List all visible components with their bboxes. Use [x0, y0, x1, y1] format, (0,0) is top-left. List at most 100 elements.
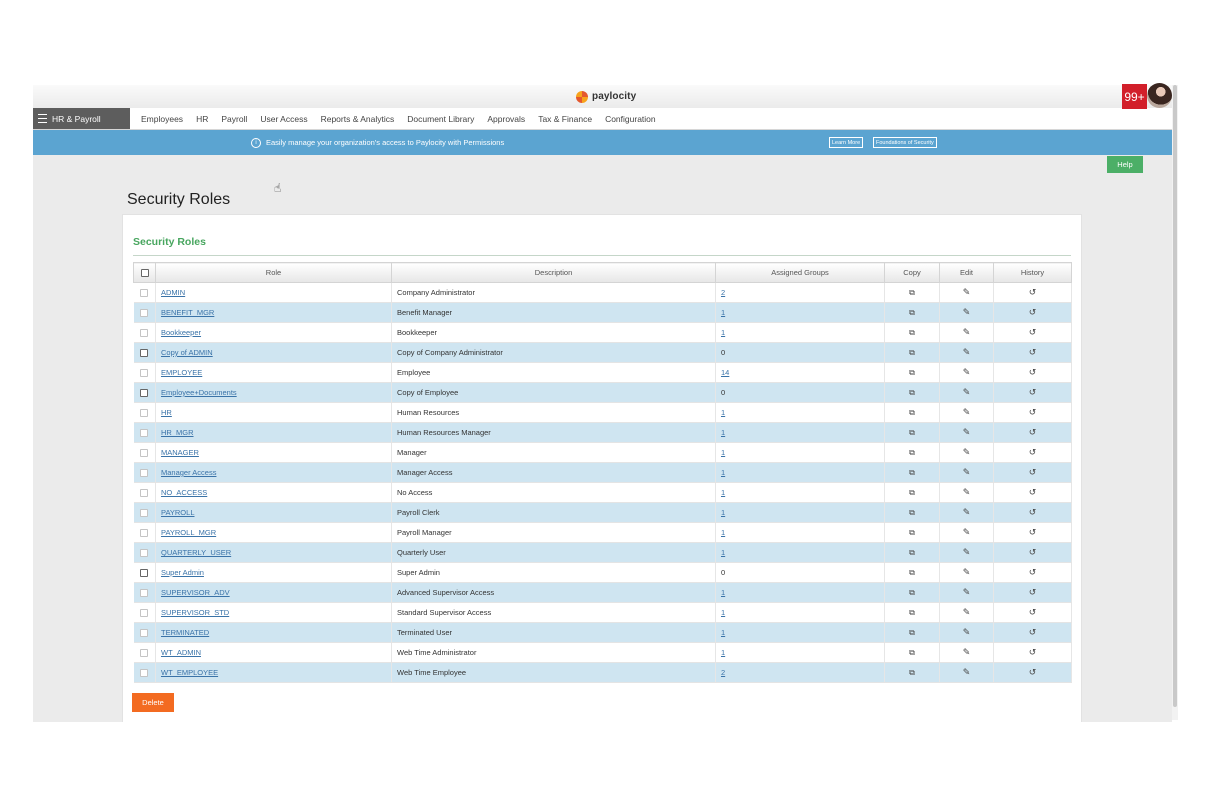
select-all-checkbox[interactable]	[140, 269, 149, 277]
role-link[interactable]: SUPERVISOR_STD	[161, 608, 229, 617]
nav-item-reports-analytics[interactable]: Reports & Analytics	[321, 114, 395, 124]
copy-icon[interactable]: ⧉	[909, 348, 915, 358]
nav-item-configuration[interactable]: Configuration	[605, 114, 656, 124]
copy-icon[interactable]: ⧉	[909, 548, 915, 558]
role-link[interactable]: Copy of ADMIN	[161, 348, 213, 357]
pencil-icon[interactable]: ✎	[963, 287, 971, 298]
row-checkbox[interactable]	[140, 489, 149, 497]
copy-icon[interactable]: ⧉	[909, 508, 915, 518]
role-link[interactable]: BENEFIT_MGR	[161, 308, 214, 317]
row-checkbox[interactable]	[140, 609, 149, 617]
pencil-icon[interactable]: ✎	[963, 347, 971, 358]
role-link[interactable]: TERMINATED	[161, 628, 209, 637]
nav-item-approvals[interactable]: Approvals	[487, 114, 525, 124]
history-icon[interactable]: ↺	[1029, 507, 1037, 518]
role-link[interactable]: Super Admin	[161, 568, 204, 577]
role-link[interactable]: ADMIN	[161, 288, 185, 297]
pencil-icon[interactable]: ✎	[963, 487, 971, 498]
assigned-groups-value[interactable]: 1	[721, 588, 725, 597]
row-checkbox[interactable]	[140, 389, 149, 397]
history-icon[interactable]: ↺	[1029, 387, 1037, 398]
pencil-icon[interactable]: ✎	[963, 367, 971, 378]
assigned-groups-value[interactable]: 1	[721, 408, 725, 417]
notification-badge[interactable]: 99+	[1122, 84, 1147, 109]
row-checkbox[interactable]	[140, 449, 149, 457]
pencil-icon[interactable]: ✎	[963, 587, 971, 598]
copy-icon[interactable]: ⧉	[909, 608, 915, 618]
row-checkbox[interactable]	[140, 669, 149, 677]
role-link[interactable]: Bookkeeper	[161, 328, 201, 337]
scrollbar-thumb[interactable]	[1173, 85, 1177, 707]
pencil-icon[interactable]: ✎	[963, 607, 971, 618]
delete-button[interactable]: Delete	[132, 693, 174, 712]
copy-icon[interactable]: ⧉	[909, 468, 915, 478]
copy-icon[interactable]: ⧉	[909, 288, 915, 298]
role-link[interactable]: EMPLOYEE	[161, 368, 202, 377]
assigned-groups-value[interactable]: 1	[721, 328, 725, 337]
row-checkbox[interactable]	[140, 629, 149, 637]
role-link[interactable]: NO_ACCESS	[161, 488, 207, 497]
paylocity-logo[interactable]: paylocity	[576, 89, 636, 104]
copy-icon[interactable]: ⧉	[909, 488, 915, 498]
column-header-assigned-groups[interactable]: Assigned Groups	[715, 262, 885, 283]
pencil-icon[interactable]: ✎	[963, 467, 971, 478]
role-link[interactable]: HR_MGR	[161, 428, 194, 437]
copy-icon[interactable]: ⧉	[909, 628, 915, 638]
role-link[interactable]: Manager Access	[161, 468, 216, 477]
nav-item-payroll[interactable]: Payroll	[221, 114, 247, 124]
history-icon[interactable]: ↺	[1029, 567, 1037, 578]
row-checkbox[interactable]	[140, 569, 149, 577]
assigned-groups-value[interactable]: 1	[721, 428, 725, 437]
pencil-icon[interactable]: ✎	[963, 407, 971, 418]
role-link[interactable]: QUARTERLY_USER	[161, 548, 231, 557]
role-link[interactable]: HR	[161, 408, 172, 417]
copy-icon[interactable]: ⧉	[909, 408, 915, 418]
assigned-groups-value[interactable]: 1	[721, 448, 725, 457]
assigned-groups-value[interactable]: 1	[721, 628, 725, 637]
history-icon[interactable]: ↺	[1029, 307, 1037, 318]
copy-icon[interactable]: ⧉	[909, 428, 915, 438]
copy-icon[interactable]: ⧉	[909, 588, 915, 598]
row-checkbox[interactable]	[140, 469, 149, 477]
history-icon[interactable]: ↺	[1029, 367, 1037, 378]
row-checkbox[interactable]	[140, 529, 149, 537]
avatar[interactable]	[1147, 83, 1172, 108]
pencil-icon[interactable]: ✎	[963, 307, 971, 318]
row-checkbox[interactable]	[140, 409, 149, 417]
copy-icon[interactable]: ⧉	[909, 308, 915, 318]
assigned-groups-value[interactable]: 14	[721, 368, 729, 377]
history-icon[interactable]: ↺	[1029, 607, 1037, 618]
history-icon[interactable]: ↺	[1029, 527, 1037, 538]
assigned-groups-value[interactable]: 1	[721, 648, 725, 657]
assigned-groups-value[interactable]: 1	[721, 508, 725, 517]
copy-icon[interactable]: ⧉	[909, 648, 915, 658]
row-checkbox[interactable]	[140, 289, 149, 297]
role-link[interactable]: PAYROLL	[161, 508, 195, 517]
assigned-groups-value[interactable]: 1	[721, 488, 725, 497]
row-checkbox[interactable]	[140, 509, 149, 517]
copy-icon[interactable]: ⧉	[909, 368, 915, 378]
help-button[interactable]: Help	[1107, 156, 1143, 173]
history-icon[interactable]: ↺	[1029, 447, 1037, 458]
copy-icon[interactable]: ⧉	[909, 668, 915, 678]
learn-more-button[interactable]: Learn More	[829, 137, 864, 148]
row-checkbox[interactable]	[140, 589, 149, 597]
nav-item-hr[interactable]: HR	[196, 114, 208, 124]
pencil-icon[interactable]: ✎	[963, 507, 971, 518]
copy-icon[interactable]: ⧉	[909, 388, 915, 398]
row-checkbox[interactable]	[140, 329, 149, 337]
nav-item-tax-finance[interactable]: Tax & Finance	[538, 114, 592, 124]
role-link[interactable]: PAYROLL_MGR	[161, 528, 216, 537]
row-checkbox[interactable]	[140, 549, 149, 557]
pencil-icon[interactable]: ✎	[963, 667, 971, 678]
assigned-groups-value[interactable]: 2	[721, 288, 725, 297]
assigned-groups-value[interactable]: 1	[721, 548, 725, 557]
role-link[interactable]: Employee+Documents	[161, 388, 237, 397]
row-checkbox[interactable]	[140, 429, 149, 437]
nav-item-document-library[interactable]: Document Library	[407, 114, 474, 124]
history-icon[interactable]: ↺	[1029, 347, 1037, 358]
role-link[interactable]: WT_EMPLOYEE	[161, 668, 218, 677]
role-link[interactable]: WT_ADMIN	[161, 648, 201, 657]
history-icon[interactable]: ↺	[1029, 287, 1037, 298]
column-header-role[interactable]: Role	[155, 262, 392, 283]
